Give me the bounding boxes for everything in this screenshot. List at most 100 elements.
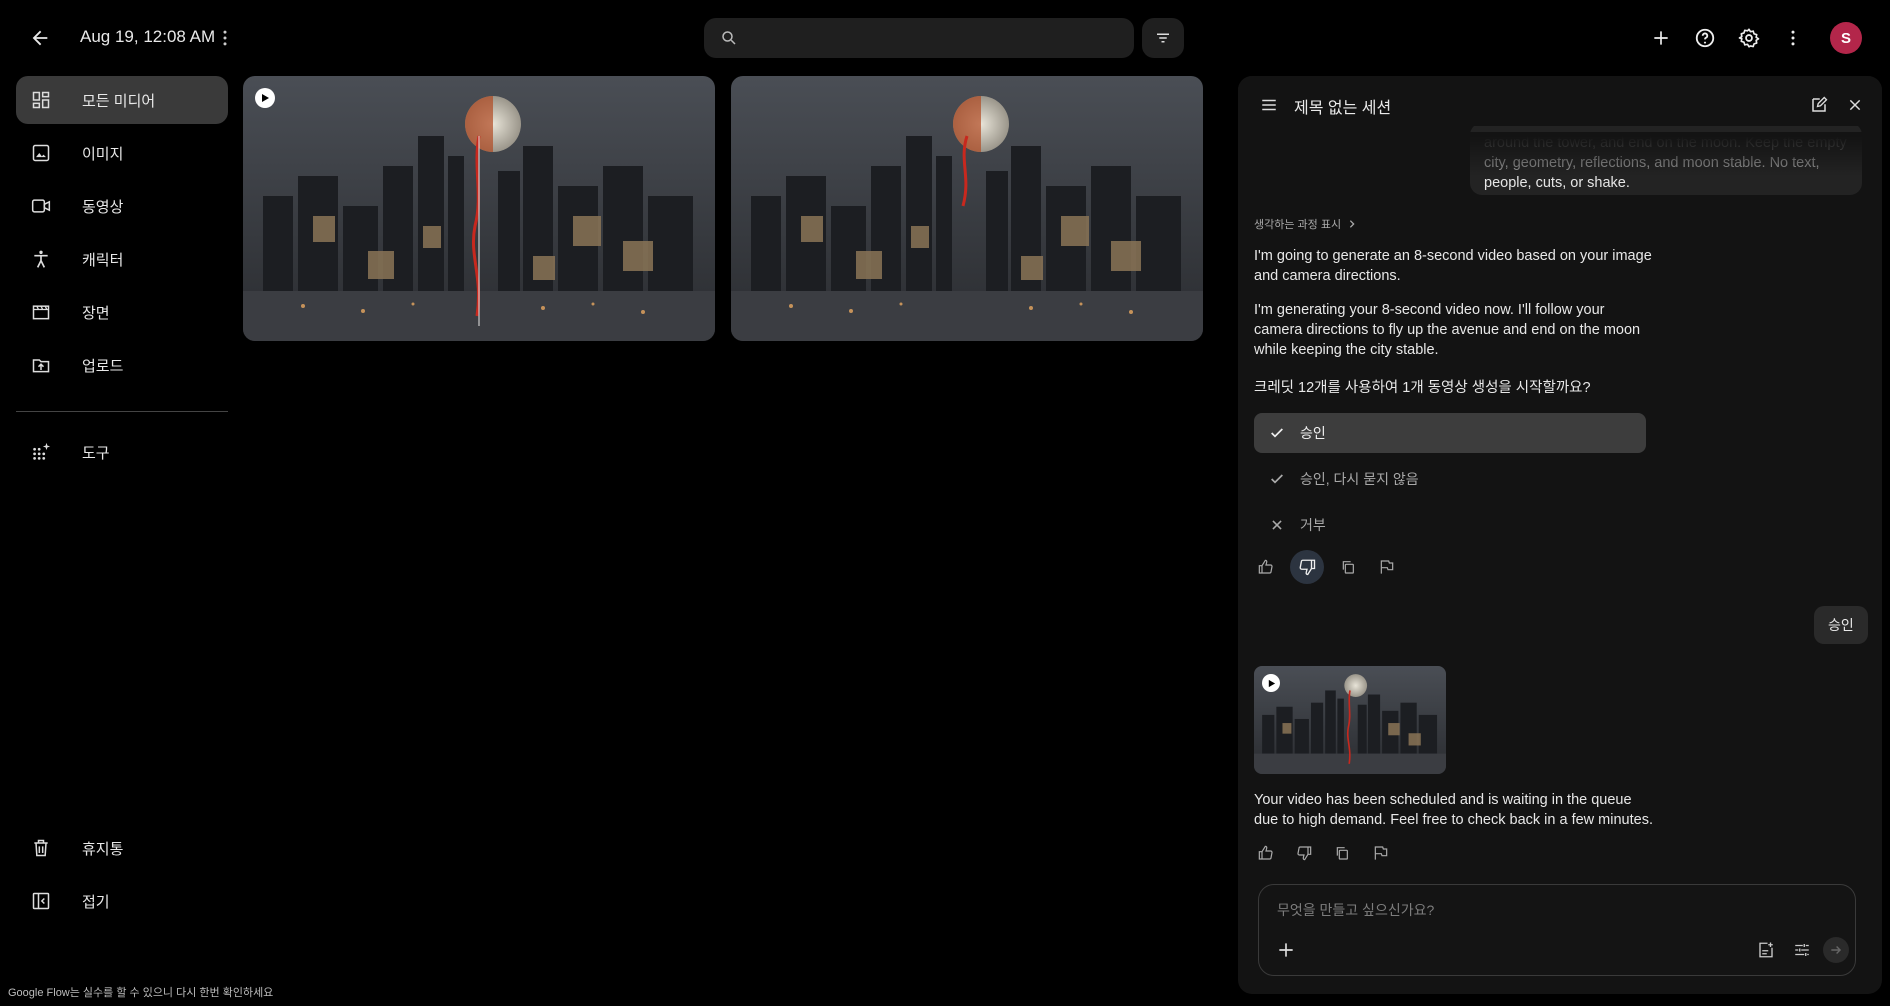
composer: 무엇을 만들고 싶으신가요? [1258, 884, 1856, 976]
user-prompt-bubble: around the tower, and end on the moon. K… [1470, 123, 1862, 195]
sidebar-item-images[interactable]: 이미지 [16, 129, 228, 177]
flag-icon [1380, 560, 1394, 574]
copy-icon [1336, 847, 1348, 860]
option-label: 승인, 다시 묻지 않음 [1300, 471, 1419, 487]
copy-button[interactable] [1328, 839, 1356, 867]
assistant-message: I'm going to generate an 8-second video … [1254, 248, 1652, 284]
collapse-icon [30, 890, 52, 912]
user-prompt-line: city, geometry, reflections, and moon st… [1484, 155, 1820, 171]
filter-button[interactable] [1142, 18, 1184, 58]
avatar[interactable]: S [1830, 22, 1862, 54]
upload-icon [30, 354, 52, 376]
sidebar-item-tools[interactable]: 도구 [16, 428, 228, 476]
play-icon [1262, 674, 1280, 692]
trash-icon [30, 837, 52, 859]
search-icon [722, 31, 736, 45]
composer-input[interactable]: 무엇을 만들고 싶으신가요? [1277, 900, 1434, 920]
sidebar-item-scenes[interactable]: 장면 [16, 288, 228, 336]
plus-icon [1279, 943, 1293, 957]
more-options-button[interactable] [214, 24, 236, 52]
flag-icon [1374, 846, 1388, 860]
more-menu-button[interactable] [1775, 20, 1811, 56]
city-moon-image [243, 76, 715, 341]
report-button[interactable] [1372, 553, 1400, 581]
user-reply-bubble: 승인 [1814, 606, 1868, 644]
close-icon [1268, 516, 1286, 534]
help-button[interactable] [1687, 20, 1723, 56]
thumbs-up-icon [1258, 559, 1273, 574]
user-prompt-line: people, cuts, or shake. [1484, 175, 1630, 191]
add-attachment-button[interactable] [1271, 935, 1301, 965]
scene-icon [30, 301, 52, 323]
sidebar-item-videos[interactable]: 동영상 [16, 182, 228, 230]
edit-icon [1812, 96, 1828, 112]
thumbs-down-icon [1297, 846, 1312, 861]
sidebar-item-label: 휴지통 [82, 840, 124, 858]
tune-icon [1795, 944, 1809, 956]
copy-button[interactable] [1334, 553, 1362, 581]
media-thumbnail-video[interactable] [243, 76, 715, 341]
approve-dont-ask-option[interactable]: 승인, 다시 묻지 않음 [1254, 459, 1646, 499]
help-icon [1695, 28, 1715, 48]
assistant-message: 크레딧 12개를 사용하여 1개 동영상 생성을 시작할까요? [1254, 380, 1591, 396]
close-icon [1849, 99, 1861, 111]
feedback-row [1252, 550, 1400, 584]
thumbs-up-icon [1258, 845, 1273, 860]
back-button[interactable] [22, 22, 58, 54]
thumbs-up-button[interactable] [1252, 839, 1280, 867]
sidebar-item-all-media[interactable]: 모든 미디어 [16, 76, 228, 124]
person-icon [30, 248, 52, 270]
reject-option[interactable]: 거부 [1254, 505, 1646, 545]
thumbs-down-icon [1299, 559, 1316, 576]
top-bar: Aug 19, 12:08 AM S [0, 0, 1890, 76]
sidebar-item-upload[interactable]: 업로드 [16, 341, 228, 389]
option-label: 거부 [1300, 517, 1326, 533]
add-media-button[interactable] [1753, 937, 1779, 963]
thumbs-down-button[interactable] [1290, 839, 1318, 867]
sidebar-item-collapse[interactable]: 접기 [16, 877, 228, 925]
plus-icon [1654, 31, 1668, 45]
sidebar-item-characters[interactable]: 캐릭터 [16, 235, 228, 283]
assistant-message: I'm generating your 8-second video now. … [1254, 302, 1641, 358]
session-date: Aug 19, 12:08 AM [80, 27, 216, 46]
sidebar-item-label: 이미지 [82, 145, 124, 163]
sidebar-item-label: 업로드 [82, 357, 124, 375]
generated-video-thumbnail[interactable] [1254, 666, 1446, 774]
sidebar-item-label: 동영상 [82, 198, 124, 216]
sidebar: 모든 미디어 이미지 동영상 캐릭터 장면 업로드 도구 [16, 76, 228, 481]
image-icon [30, 142, 52, 164]
settings-button[interactable] [1731, 20, 1767, 56]
sidebar-divider [16, 411, 228, 412]
menu-button[interactable] [1256, 92, 1282, 118]
sidebar-item-label: 모든 미디어 [82, 92, 156, 110]
filter-icon [1157, 33, 1169, 43]
feedback-row [1252, 839, 1394, 867]
video-icon [30, 195, 52, 217]
add-note-icon [1759, 942, 1773, 958]
sidebar-bottom: 휴지통 접기 [16, 824, 228, 930]
play-icon [255, 88, 275, 108]
tools-sparkle-icon [30, 441, 52, 463]
arrow-forward-icon [1831, 946, 1842, 954]
chat-title: 제목 없는 세션 [1294, 100, 1392, 117]
chevron-right-icon [1349, 220, 1355, 228]
search-input[interactable] [704, 18, 1134, 58]
media-thumbnail-image[interactable] [731, 76, 1203, 341]
approve-option[interactable]: 승인 [1254, 413, 1646, 453]
copy-icon [1342, 561, 1354, 574]
settings-tune-button[interactable] [1789, 937, 1815, 963]
close-panel-button[interactable] [1842, 92, 1868, 118]
add-button[interactable] [1643, 20, 1679, 56]
menu-icon [1262, 99, 1276, 111]
send-button[interactable] [1823, 937, 1849, 963]
show-thinking-toggle[interactable]: 생각하는 과정 표시 [1254, 216, 1357, 232]
gear-icon [1738, 28, 1760, 48]
disclaimer-note: Google Flow는 실수를 할 수 있으니 다시 한번 확인하세요 [8, 987, 274, 999]
report-button[interactable] [1366, 839, 1394, 867]
new-chat-button[interactable] [1806, 92, 1832, 118]
sidebar-item-trash[interactable]: 휴지통 [16, 824, 228, 872]
sidebar-item-label: 장면 [82, 304, 110, 322]
option-label: 승인 [1300, 425, 1326, 441]
thumbs-up-button[interactable] [1252, 553, 1280, 581]
thumbs-down-button[interactable] [1290, 550, 1324, 584]
